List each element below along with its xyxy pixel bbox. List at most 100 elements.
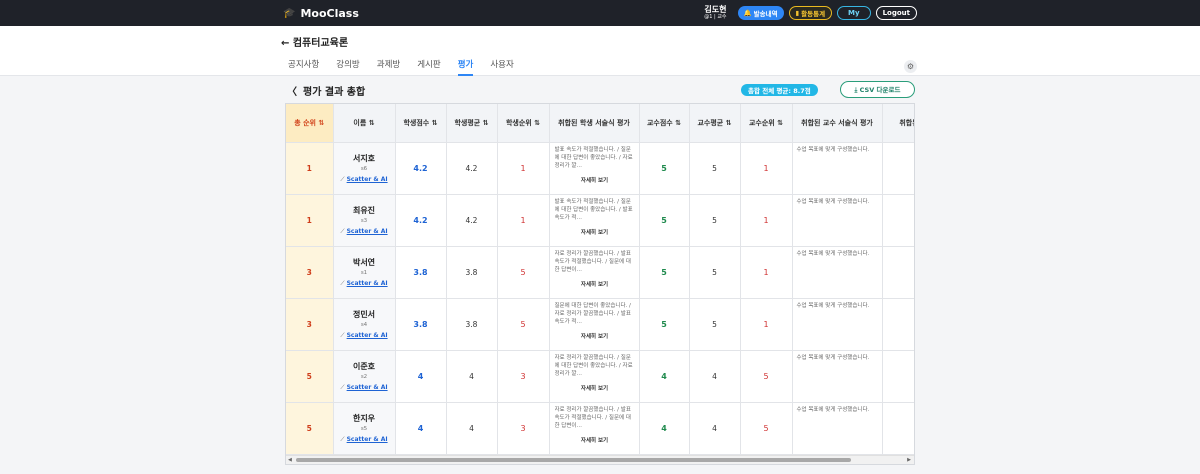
student-score-cell: 4.2 bbox=[395, 194, 447, 247]
scatter-ai-label: Scatter & AI bbox=[346, 331, 388, 339]
header-student-avg[interactable]: 학생평균 ⇅ bbox=[446, 104, 498, 143]
header-student-score[interactable]: 학생점수 ⇅ bbox=[395, 104, 447, 143]
student-avg-cell: 4 bbox=[446, 402, 498, 455]
student-rank-cell: 5 bbox=[497, 246, 550, 299]
prof-avg-cell: 5 bbox=[689, 194, 741, 247]
view-details-link[interactable]: 자세히 보기 bbox=[555, 281, 635, 289]
header-prof-score[interactable]: 교수점수 ⇅ bbox=[639, 104, 690, 143]
student-feedback-text: 발표 속도가 적절했습니다. / 질문에 대한 답변이 좋았습니다. / 발표 … bbox=[554, 198, 633, 221]
prof-feedback-cell: 수업 목표에 맞게 구성했습니다. bbox=[792, 350, 883, 403]
scatter-ai-link[interactable]: ⟋ Scatter & AI bbox=[334, 332, 395, 340]
tab-lecture[interactable]: 강의방 bbox=[336, 58, 359, 76]
student-name: 한지우 bbox=[352, 413, 376, 423]
prof-rank-cell: 1 bbox=[740, 298, 793, 351]
top-navbar: 🎓 MooClass 김도현 @1 | 교수 🔔 발송내역 ▮ 활동통계 My … bbox=[0, 0, 1200, 26]
extra-cell bbox=[882, 246, 914, 299]
scatter-ai-link[interactable]: ⟋ Scatter & AI bbox=[334, 384, 395, 392]
prof-rank: 1 bbox=[763, 319, 769, 329]
student-name: 최유진 bbox=[352, 205, 376, 215]
scatter-ai-link[interactable]: ⟋ Scatter & AI bbox=[334, 280, 395, 288]
student-score-cell: 3.8 bbox=[395, 298, 447, 351]
header-total-rank[interactable]: 총 순위 ⇅ bbox=[286, 104, 334, 143]
student-score: 4 bbox=[417, 423, 424, 433]
header-prof-avg[interactable]: 교수평균 ⇅ bbox=[689, 104, 741, 143]
scroll-left-icon[interactable]: ◀ bbox=[288, 456, 292, 464]
prof-avg: 4 bbox=[712, 371, 717, 381]
prof-feedback-cell: 수업 목표에 맞게 구성했습니다. bbox=[792, 194, 883, 247]
scatter-plot-icon: ⟋ bbox=[340, 331, 345, 339]
scrollbar-thumb[interactable] bbox=[296, 458, 851, 462]
tab-users[interactable]: 사용자 bbox=[490, 58, 513, 76]
prof-feedback-cell: 수업 목표에 맞게 구성했습니다. bbox=[792, 246, 883, 299]
header-name[interactable]: 이름 ⇅ bbox=[333, 104, 396, 143]
scroll-right-icon[interactable]: ▶ bbox=[907, 456, 911, 464]
app-logo[interactable]: 🎓 MooClass bbox=[283, 7, 359, 20]
student-rank: 3 bbox=[520, 371, 526, 381]
tab-notice[interactable]: 공지사항 bbox=[288, 58, 319, 76]
notifications-button[interactable]: 🔔 발송내역 bbox=[737, 6, 784, 20]
prof-rank-cell: 5 bbox=[740, 402, 793, 455]
name-cell: 서지호 s6 ⟋ Scatter & AI bbox=[333, 142, 396, 195]
prof-avg-cell: 5 bbox=[689, 298, 741, 351]
prof-avg-cell: 5 bbox=[689, 246, 741, 299]
view-details-link[interactable]: 자세히 보기 bbox=[555, 229, 635, 237]
horizontal-scrollbar[interactable]: ◀ ▶ bbox=[286, 455, 914, 464]
student-avg-cell: 4 bbox=[446, 350, 498, 403]
student-score: 3.8 bbox=[413, 319, 428, 329]
prof-score-cell: 4 bbox=[639, 402, 690, 455]
table-row: 1 서지호 s6 ⟋ Scatter & AI 4.2 4.2 1 발표 속도가 적절했습니다.… bbox=[286, 142, 914, 195]
bar-chart-icon: ▮ bbox=[795, 9, 800, 17]
tab-assignment[interactable]: 과제방 bbox=[377, 58, 400, 76]
tab-board[interactable]: 게시판 bbox=[417, 58, 440, 76]
scatter-plot-icon: ⟋ bbox=[340, 383, 345, 391]
student-avg: 3.8 bbox=[465, 319, 478, 329]
scatter-plot-icon: ⟋ bbox=[340, 175, 345, 183]
total-rank-cell: 5 bbox=[286, 402, 334, 455]
student-avg: 4 bbox=[469, 423, 474, 433]
prof-score: 5 bbox=[661, 319, 667, 329]
view-details-link[interactable]: 자세히 보기 bbox=[555, 177, 635, 185]
header-prof-rank[interactable]: 교수순위 ⇅ bbox=[740, 104, 793, 143]
scatter-plot-icon: ⟋ bbox=[340, 435, 345, 443]
prof-score-cell: 5 bbox=[639, 246, 690, 299]
scatter-ai-link[interactable]: ⟋ Scatter & AI bbox=[334, 228, 395, 236]
name-cell: 최유진 s3 ⟋ Scatter & AI bbox=[333, 194, 396, 247]
student-rank-cell: 5 bbox=[497, 298, 550, 351]
prof-avg-cell: 4 bbox=[689, 350, 741, 403]
logout-button[interactable]: Logout bbox=[875, 6, 917, 20]
activity-stats-button[interactable]: ▮ 활동통계 bbox=[788, 6, 833, 20]
prof-score-cell: 4 bbox=[639, 350, 690, 403]
prof-feedback-cell: 수업 목표에 맞게 구성했습니다. bbox=[792, 298, 883, 351]
student-id: s2 bbox=[360, 373, 368, 380]
student-name: 정민서 bbox=[352, 309, 376, 319]
results-table-container: 총 순위 ⇅ 이름 ⇅ 학생점수 ⇅ 학생평균 ⇅ 학생순위 ⇅ 취합된 학생 … bbox=[285, 103, 915, 465]
course-title[interactable]: ← 컴퓨터교육론 bbox=[281, 34, 348, 49]
scatter-ai-label: Scatter & AI bbox=[346, 383, 388, 391]
my-button[interactable]: My bbox=[837, 6, 871, 20]
student-rank-cell: 3 bbox=[497, 402, 550, 455]
scatter-ai-link[interactable]: ⟋ Scatter & AI bbox=[334, 176, 395, 184]
student-rank: 5 bbox=[520, 319, 526, 329]
view-details-link[interactable]: 자세히 보기 bbox=[555, 333, 635, 341]
prof-avg: 4 bbox=[712, 423, 717, 433]
csv-download-button[interactable]: ⤓ CSV 다운로드 bbox=[840, 81, 915, 98]
student-avg-cell: 3.8 bbox=[446, 246, 498, 299]
student-feedback-cell: 자료 정리가 깔끔했습니다. / 발표 속도가 적절했습니다. / 질문에 대한… bbox=[549, 402, 640, 455]
scatter-ai-link[interactable]: ⟋ Scatter & AI bbox=[334, 436, 395, 444]
prof-avg-cell: 5 bbox=[689, 142, 741, 195]
student-score-cell: 4 bbox=[395, 350, 447, 403]
total-rank-cell: 1 bbox=[286, 142, 334, 195]
back-chevron-icon[interactable]: 〈 bbox=[287, 83, 297, 98]
prof-rank-cell: 1 bbox=[740, 246, 793, 299]
course-tabs: 공지사항 강의방 과제방 게시판 평가 사용자 bbox=[288, 58, 531, 76]
user-name: 김도현 bbox=[704, 4, 727, 14]
student-score-cell: 3.8 bbox=[395, 246, 447, 299]
header-student-rank[interactable]: 학생순위 ⇅ bbox=[497, 104, 550, 143]
scatter-plot-icon: ⟋ bbox=[340, 227, 345, 235]
overall-average-badge: 총합 전체 평균: 8.7점 bbox=[741, 84, 818, 96]
view-details-link[interactable]: 자세히 보기 bbox=[555, 437, 635, 445]
gear-icon[interactable]: ⚙ bbox=[904, 60, 917, 73]
tab-evaluation[interactable]: 평가 bbox=[457, 58, 474, 76]
view-details-link[interactable]: 자세히 보기 bbox=[555, 385, 635, 393]
prof-score: 5 bbox=[661, 267, 667, 277]
